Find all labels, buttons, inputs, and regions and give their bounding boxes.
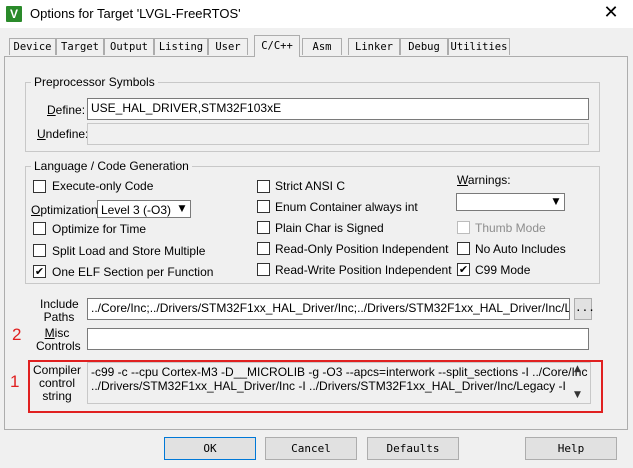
- warnings-select[interactable]: ▼: [456, 193, 565, 211]
- ro-pi-checkbox[interactable]: [257, 242, 270, 255]
- no-auto-includes-label: No Auto Includes: [475, 242, 566, 256]
- enum-container-label: Enum Container always int: [275, 200, 418, 214]
- rw-pi-label: Read-Write Position Independent: [275, 263, 452, 277]
- strict-ansi-label: Strict ANSI C: [275, 179, 346, 193]
- no-auto-includes-checkbox[interactable]: [457, 242, 470, 255]
- misc-controls-input[interactable]: [87, 328, 589, 350]
- undefine-label: Undefine:: [37, 127, 89, 141]
- misc-controls-label: Misc Controls: [36, 327, 81, 353]
- tab-debug[interactable]: Debug: [400, 38, 448, 55]
- thumb-mode-checkbox[interactable]: [457, 221, 470, 234]
- plain-char-checkbox[interactable]: [257, 221, 270, 234]
- annotation-2: 2: [12, 325, 22, 344]
- execute-only-checkbox[interactable]: [33, 180, 46, 193]
- tab-linker[interactable]: Linker: [348, 38, 400, 55]
- tab-listing[interactable]: Listing: [154, 38, 208, 55]
- thumb-mode-label: Thumb Mode: [475, 221, 546, 235]
- optimization-value: Level 3 (-O3): [101, 203, 172, 217]
- compiler-control-line1: -c99 -c --cpu Cortex-M3 -D__MICROLIB -g …: [91, 365, 591, 379]
- tab-target[interactable]: Target: [56, 38, 104, 55]
- preprocessor-group-title: Preprocessor Symbols: [31, 75, 158, 89]
- execute-only-label: Execute-only Code: [52, 179, 154, 193]
- tab-utilities[interactable]: Utilities: [448, 38, 510, 55]
- tab-user[interactable]: User: [208, 38, 248, 55]
- include-paths-input[interactable]: ../Core/Inc;../Drivers/STM32F1xx_HAL_Dri…: [87, 298, 570, 320]
- define-label: Define:: [47, 103, 86, 117]
- split-load-label: Split Load and Store Multiple: [52, 244, 206, 258]
- scroll-up-icon[interactable]: ▲: [574, 364, 581, 374]
- undefine-input[interactable]: [87, 123, 589, 145]
- optimize-time-checkbox[interactable]: [33, 222, 46, 235]
- scroll-down-icon[interactable]: ▼: [574, 390, 581, 400]
- plain-char-label: Plain Char is Signed: [275, 221, 384, 235]
- split-load-checkbox[interactable]: [33, 244, 46, 257]
- close-icon[interactable]: ✕: [600, 3, 622, 23]
- compiler-control-string[interactable]: -c99 -c --cpu Cortex-M3 -D__MICROLIB -g …: [87, 362, 591, 404]
- c99-mode-label: C99 Mode: [475, 263, 531, 277]
- compiler-control-label-line3: string: [42, 389, 72, 403]
- defaults-button[interactable]: Defaults: [367, 437, 459, 460]
- one-elf-label: One ELF Section per Function: [52, 265, 214, 279]
- tab-asm[interactable]: Asm: [302, 38, 342, 55]
- misc-controls-label-line2: Controls: [36, 339, 81, 353]
- cancel-button[interactable]: Cancel: [265, 437, 357, 460]
- include-paths-label-line2: Paths: [43, 310, 75, 324]
- warnings-label: Warnings:: [457, 173, 511, 187]
- strict-ansi-checkbox[interactable]: [257, 180, 270, 193]
- optimize-time-label: Optimize for Time: [52, 222, 147, 236]
- include-paths-browse-button[interactable]: ...: [574, 298, 595, 320]
- rw-pi-checkbox[interactable]: [257, 263, 270, 276]
- chevron-down-icon: ▼: [552, 197, 560, 207]
- help-button[interactable]: Help: [525, 437, 617, 460]
- enum-container-checkbox[interactable]: [257, 200, 270, 213]
- compiler-control-label: Compiler control string: [31, 364, 83, 403]
- optimization-label: Optimization:: [31, 203, 102, 217]
- one-elf-checkbox[interactable]: ✔: [33, 265, 46, 278]
- include-paths-label: Include Paths: [40, 298, 79, 324]
- chevron-down-icon: ▼: [178, 204, 186, 214]
- compiler-control-line2: ../Drivers/STM32F1xx_HAL_Driver/Inc -I .…: [91, 379, 566, 393]
- window-title: Options for Target 'LVGL-FreeRTOS': [30, 6, 241, 21]
- ok-button[interactable]: OK: [164, 437, 256, 460]
- optimization-select[interactable]: Level 3 (-O3) ▼: [97, 200, 191, 218]
- tab-c-cpp[interactable]: C/C++: [254, 35, 300, 57]
- language-group-title: Language / Code Generation: [31, 159, 192, 173]
- app-icon: V: [6, 6, 22, 22]
- c99-mode-checkbox[interactable]: ✔: [457, 263, 470, 276]
- tab-device[interactable]: Device: [9, 38, 56, 55]
- annotation-1: 1: [10, 372, 20, 391]
- ro-pi-label: Read-Only Position Independent: [275, 242, 449, 256]
- define-input[interactable]: USE_HAL_DRIVER,STM32F103xE: [87, 98, 589, 120]
- tab-output[interactable]: Output: [104, 38, 154, 55]
